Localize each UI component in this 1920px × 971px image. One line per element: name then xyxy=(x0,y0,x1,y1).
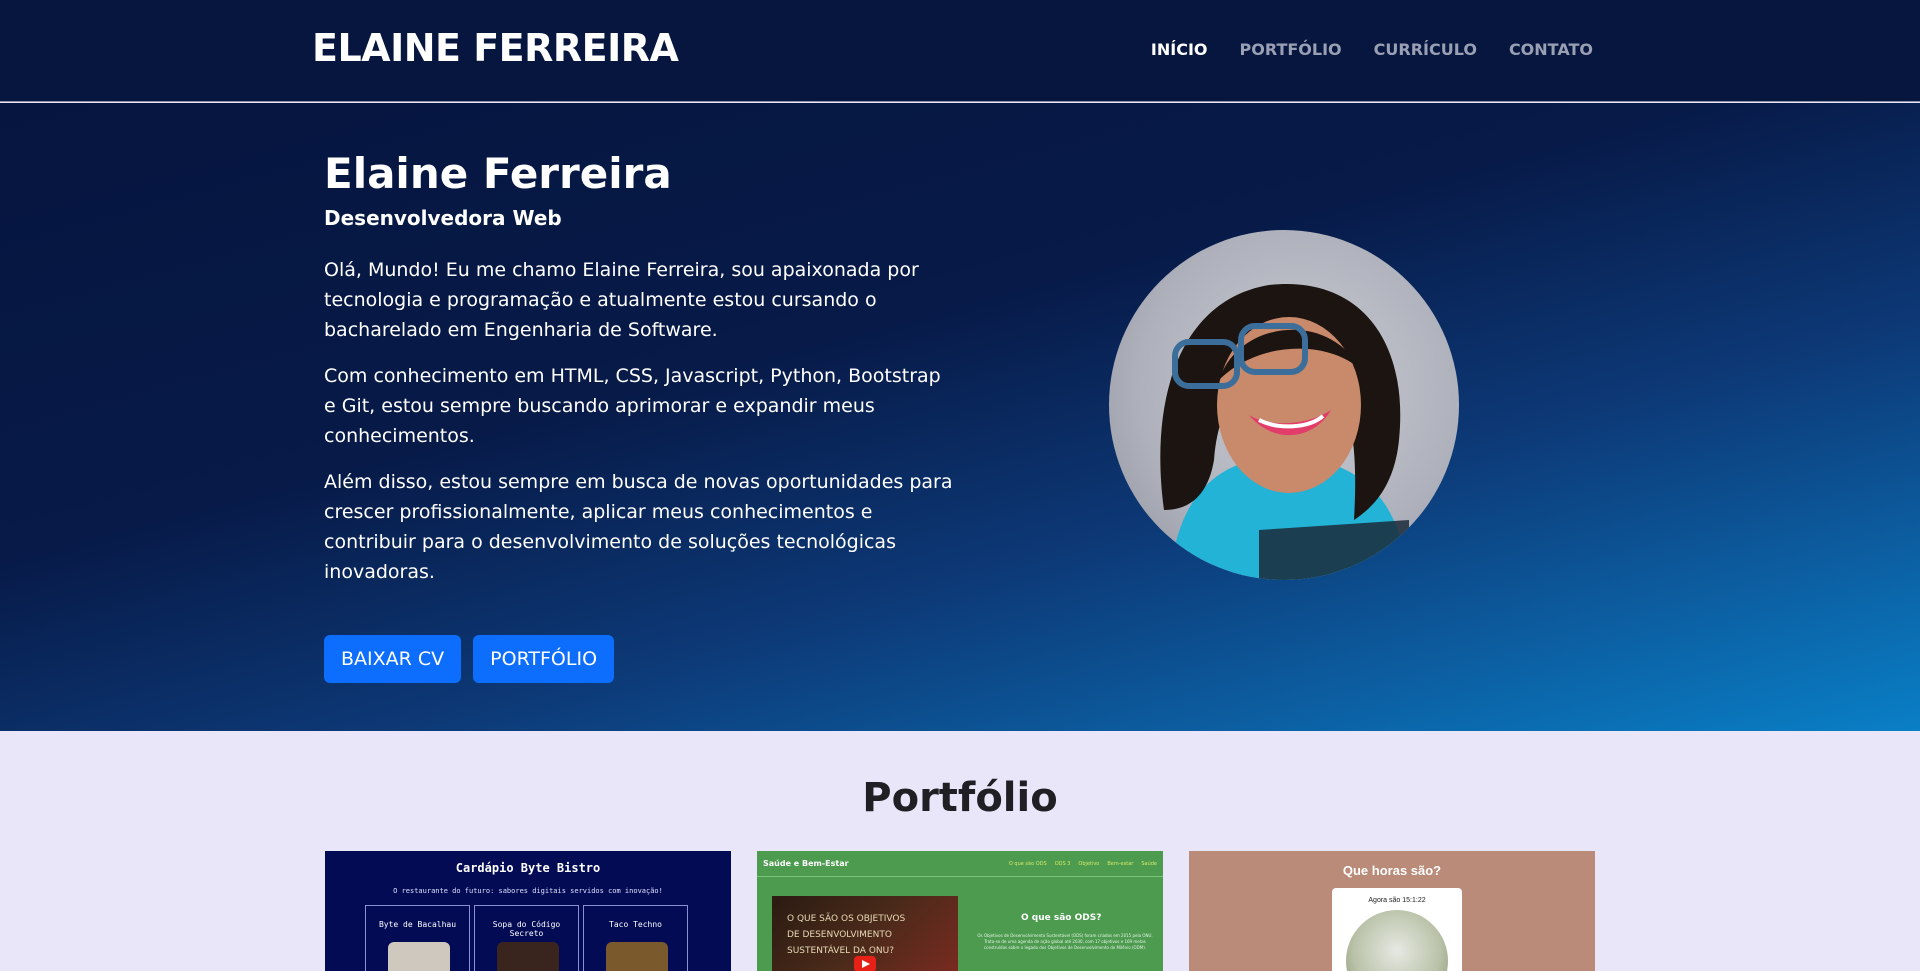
menu-item: Sopa do Código Secreto xyxy=(474,905,579,971)
mini-nav-link: Saúde xyxy=(1141,861,1157,867)
mini-nav-links: O que são ODS ODS 3 Objetivo Bem-estar S… xyxy=(1009,861,1157,867)
nav-link-contato[interactable]: CONTATO xyxy=(1509,40,1593,59)
clock-image xyxy=(1346,910,1448,971)
nav-link-portfolio[interactable]: PORTFÓLIO xyxy=(1240,40,1342,59)
menu-item: Taco Techno xyxy=(583,905,688,971)
navbar: ELAINE FERREIRA INÍCIO PORTFÓLIO CURRÍCU… xyxy=(0,0,1920,102)
portfolio-title: Portfólio xyxy=(862,775,1058,821)
video-title: O QUE SÃO OS OBJETIVOS DE DESENVOLVIMENT… xyxy=(787,914,906,956)
profile-photo-illustration xyxy=(1160,283,1409,580)
hero-buttons: BAIXAR CV PORTFÓLIO xyxy=(324,635,615,683)
portfolio-card-cardapio[interactable]: Cardápio Byte Bistro O restaurante do fu… xyxy=(325,851,731,971)
nav-link-curriculo[interactable]: CURRÍCULO xyxy=(1374,40,1477,59)
profile-photo xyxy=(1109,230,1459,580)
menu-item-label: Byte de Bacalhau xyxy=(378,920,457,929)
dish-image xyxy=(388,942,450,971)
clock-time: Agora são 15:1:22 xyxy=(1368,897,1426,904)
intro-paragraph: Além disso, estou sempre em busca de nov… xyxy=(324,471,953,583)
clock-box: Agora são 15:1:22 xyxy=(1332,888,1462,971)
hero-name: Elaine Ferreira xyxy=(324,149,672,198)
menu-item-label: Sopa do Código Secreto xyxy=(492,920,561,938)
nav-links: INÍCIO PORTFÓLIO CURRÍCULO CONTATO xyxy=(1151,40,1593,59)
portfolio-button[interactable]: PORTFÓLIO xyxy=(473,635,615,683)
menu-item-label: Taco Techno xyxy=(609,920,662,929)
nav-link-inicio[interactable]: INÍCIO xyxy=(1151,40,1208,59)
hero-section: Elaine Ferreira Desenvolvedora Web Olá, … xyxy=(0,103,1920,731)
mini-nav-link: Bem-estar xyxy=(1107,861,1134,867)
dish-image xyxy=(606,942,668,971)
intro-paragraph: Olá, Mundo! Eu me chamo Elaine Ferreira,… xyxy=(324,259,919,341)
mini-navbar: Saúde e Bem-Estar O que são ODS ODS 3 Ob… xyxy=(757,851,1163,877)
menu-item: Byte de Bacalhau xyxy=(365,905,470,971)
mini-nav-link: O que são ODS xyxy=(1008,861,1047,867)
dish-image xyxy=(497,942,559,971)
portfolio-card-saude[interactable]: Saúde e Bem-Estar O que são ODS ODS 3 Ob… xyxy=(757,851,1163,971)
section-heading: O que são ODS? xyxy=(1021,913,1102,923)
download-cv-button[interactable]: BAIXAR CV xyxy=(324,635,462,683)
intro-paragraph: Com conhecimento em HTML, CSS, Javascrip… xyxy=(324,365,941,447)
mini-nav-link: Objetivo xyxy=(1078,861,1100,867)
section-paragraph: Os Objetivos de Desenvolvimento Sustentá… xyxy=(977,933,1153,950)
hero-role: Desenvolvedora Web xyxy=(324,206,562,230)
mini-brand: Saúde e Bem-Estar xyxy=(763,859,849,868)
portfolio-card-horas[interactable]: Que horas são? Agora são 15:1:22 xyxy=(1189,851,1595,971)
hero-intro: Olá, Mundo! Eu me chamo Elaine Ferreira,… xyxy=(324,255,954,603)
mini-nav-link: ODS 3 xyxy=(1054,861,1071,867)
card-subtitle: O restaurante do futuro: sabores digitai… xyxy=(393,887,663,895)
card-title: Cardápio Byte Bistro xyxy=(455,861,601,875)
brand-logo[interactable]: ELAINE FERREIRA xyxy=(312,26,679,70)
card-title: Que horas são? xyxy=(1342,863,1442,878)
